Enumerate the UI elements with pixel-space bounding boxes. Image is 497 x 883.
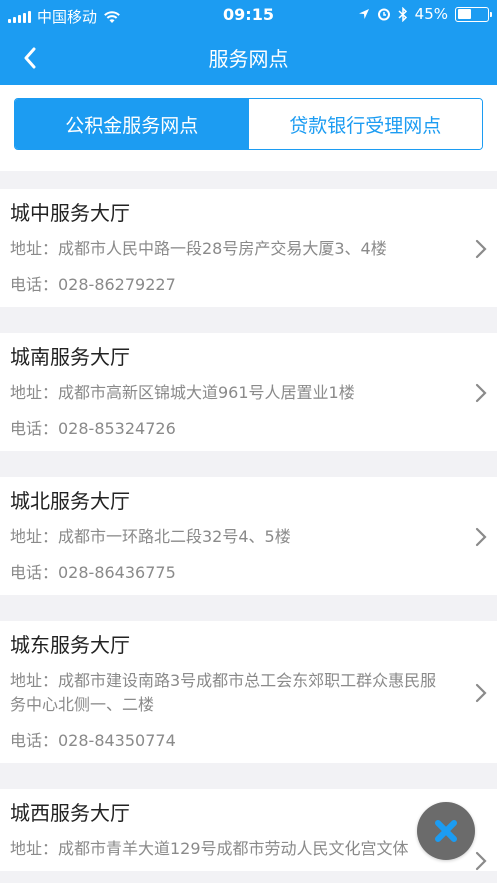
status-bar: 中国移动 09:15 45% — [0, 0, 497, 30]
branch-card[interactable]: 城南服务大厅 地址：成都市高新区锦城大道961号人居置业1楼 电话：028-85… — [0, 333, 497, 451]
branch-address: 地址：成都市高新区锦城大道961号人居置业1楼 — [10, 383, 355, 402]
tab-loan-bank-branches[interactable]: 贷款银行受理网点 — [248, 99, 482, 149]
branch-phone: 电话：028-86279227 — [10, 275, 176, 294]
branch-phone: 电话：028-84350774 — [10, 731, 176, 750]
chevron-right-icon — [473, 381, 489, 405]
branch-name: 城东服务大厅 — [10, 633, 130, 657]
chevron-right-icon — [473, 525, 489, 549]
branch-name: 城西服务大厅 — [10, 801, 130, 825]
nav-bar: 服务网点 — [0, 30, 497, 85]
branch-card[interactable]: 城中服务大厅 地址：成都市人民中路一段28号房产交易大厦3、4楼 电话：028-… — [0, 189, 497, 307]
tab-provident-fund-branches[interactable]: 公积金服务网点 — [15, 99, 249, 149]
branch-name: 城北服务大厅 — [10, 489, 130, 513]
branch-address: 地址：成都市建设南路3号成都市总工会东郊职工群众惠民服务中心北侧一、二楼 — [10, 671, 437, 714]
branch-address: 地址：成都市青羊大道129号成都市劳动人民文化宫文体 — [10, 839, 409, 858]
location-icon — [358, 9, 369, 19]
branch-name: 城中服务大厅 — [10, 201, 130, 225]
close-icon — [435, 820, 457, 842]
close-button[interactable] — [417, 802, 475, 860]
segmented-control: 公积金服务网点 贷款银行受理网点 — [14, 98, 483, 150]
branch-phone: 电话：028-86436775 — [10, 563, 176, 582]
bluetooth-icon — [398, 6, 407, 22]
branch-card[interactable]: 城北服务大厅 地址：成都市一环路北二段32号4、5楼 电话：028-864367… — [0, 477, 497, 595]
branch-phone: 电话：028-85324726 — [10, 419, 176, 438]
tabs-container: 公积金服务网点 贷款银行受理网点 — [0, 85, 497, 171]
status-right: 45% — [358, 5, 492, 23]
chevron-right-icon — [473, 849, 489, 873]
branch-card[interactable]: 城东服务大厅 地址：成都市建设南路3号成都市总工会东郊职工群众惠民服务中心北侧一… — [0, 621, 497, 763]
battery-icon — [455, 6, 492, 22]
battery-percent: 45% — [414, 5, 448, 23]
chevron-right-icon — [473, 681, 489, 705]
alarm-icon — [377, 8, 390, 21]
branch-name: 城南服务大厅 — [10, 345, 130, 369]
branch-address: 地址：成都市人民中路一段28号房产交易大厦3、4楼 — [10, 239, 387, 258]
branch-list: 城中服务大厅 地址：成都市人民中路一段28号房产交易大厦3、4楼 电话：028-… — [0, 189, 497, 883]
branch-address: 地址：成都市一环路北二段32号4、5楼 — [10, 527, 291, 546]
page-title: 服务网点 — [208, 47, 289, 71]
chevron-right-icon — [473, 237, 489, 261]
